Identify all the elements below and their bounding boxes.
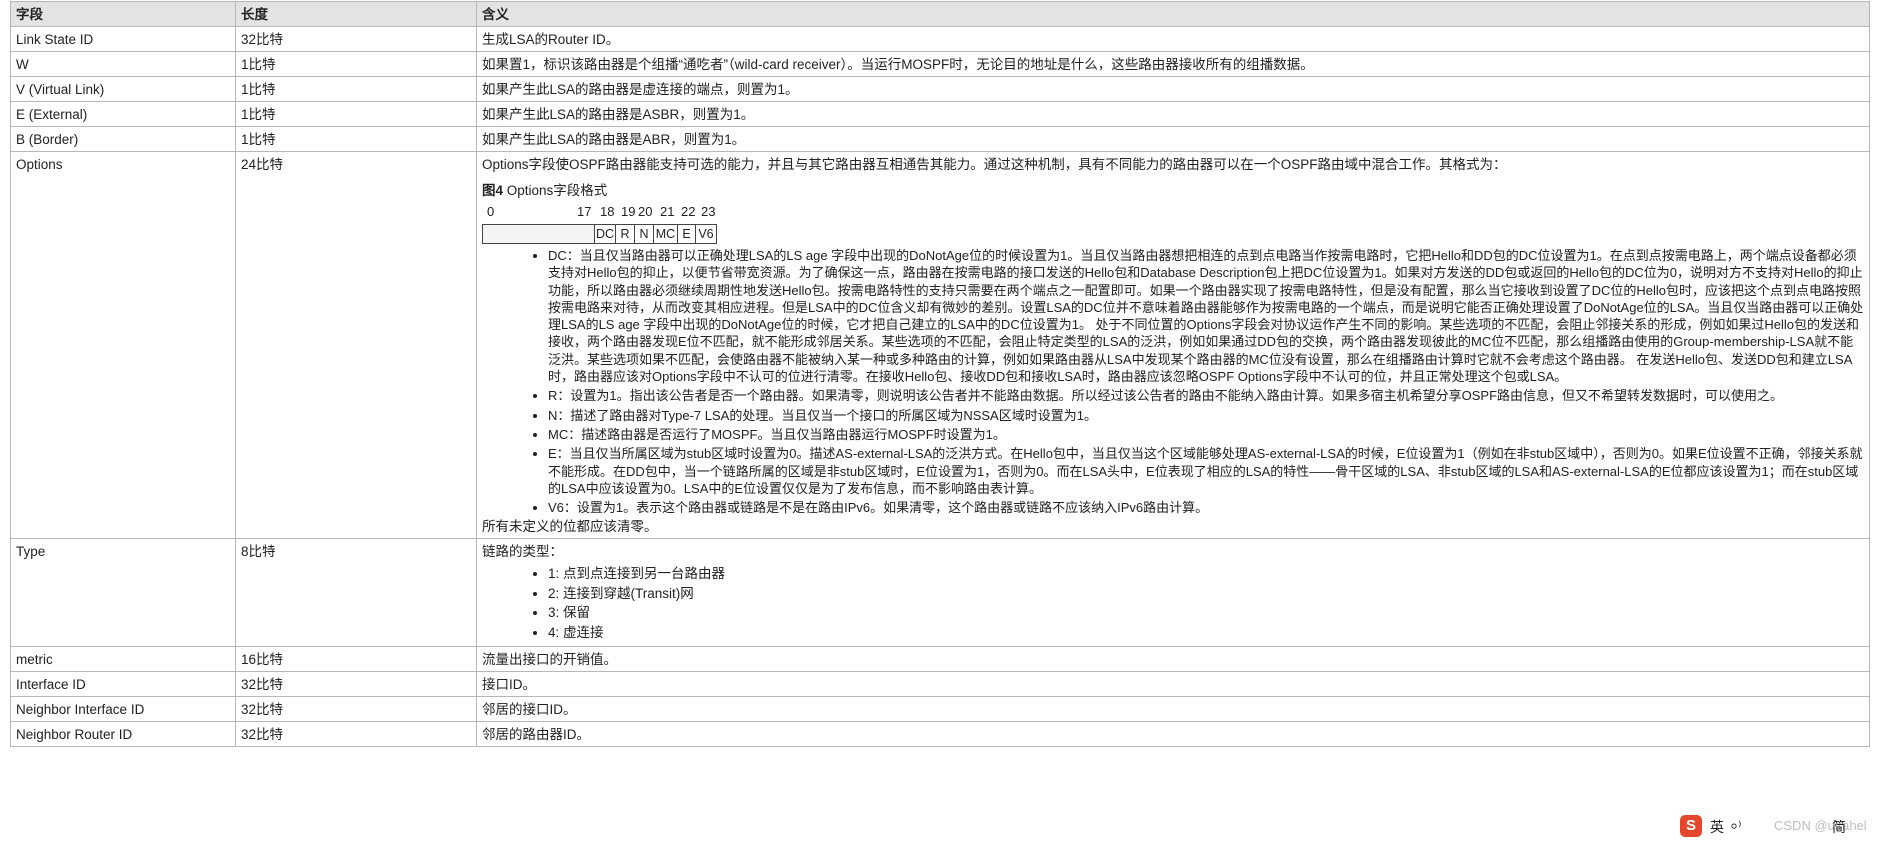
cell-meaning: 如果产生此LSA的路由器是虚连接的端点，则置为1。 bbox=[476, 76, 1870, 102]
cell-length: 1比特 bbox=[235, 76, 477, 102]
cell-meaning: 邻居的路由器ID。 bbox=[476, 721, 1870, 748]
cell-field: E (External) bbox=[10, 101, 236, 127]
sogou-logo-icon[interactable]: S bbox=[1680, 815, 1702, 837]
cell-meaning: 流量出接口的开销值。 bbox=[476, 646, 1870, 673]
header-field: 字段 bbox=[10, 1, 236, 27]
bit-v6: V6 bbox=[695, 224, 717, 244]
table-row: Link State ID 32比特 生成LSA的Router ID。 bbox=[10, 26, 1870, 52]
header-length: 长度 bbox=[235, 1, 477, 27]
bit-number: 21 bbox=[660, 204, 675, 219]
table-row: W 1比特 如果置1，标识该路由器是个组播“通吃者”（wild-card rec… bbox=[10, 51, 1870, 77]
cell-length: 1比特 bbox=[235, 126, 477, 152]
link-type-list: 1: 点到点连接到另一台路由器 2: 连接到穿越(Transit)网 3: 保留… bbox=[482, 565, 1865, 641]
bit-number: 19 bbox=[621, 204, 636, 219]
table-row: V (Virtual Link) 1比特 如果产生此LSA的路由器是虚连接的端点… bbox=[10, 76, 1870, 102]
list-item: 1: 点到点连接到另一台路由器 bbox=[548, 565, 1865, 582]
cell-field: W bbox=[10, 51, 236, 77]
punctuation-icon[interactable]: ⸰⁾ bbox=[1730, 817, 1741, 836]
bit-e: E bbox=[677, 224, 696, 244]
options-intro: Options字段使OSPF路由器能支持可选的能力，并且与其它路由器互相通告其能… bbox=[482, 157, 1507, 172]
table-row-type: Type 8比特 链路的类型： 1: 点到点连接到另一台路由器 2: 连接到穿越… bbox=[10, 538, 1870, 648]
table-row: B (Border) 1比特 如果产生此LSA的路由器是ABR，则置为1。 bbox=[10, 126, 1870, 152]
bit-r: R bbox=[615, 224, 635, 244]
figure-caption: 图4 Options字段格式 bbox=[482, 182, 1865, 199]
cell-field: V (Virtual Link) bbox=[10, 76, 236, 102]
cell-field: Options bbox=[10, 150, 236, 540]
table-row: metric 16比特 流量出接口的开销值。 bbox=[10, 646, 1870, 673]
cell-meaning: 如果置1，标识该路由器是个组播“通吃者”（wild-card receiver）… bbox=[476, 51, 1870, 77]
bit-n: N bbox=[634, 224, 654, 244]
cell-meaning: 如果产生此LSA的路由器是ABR，则置为1。 bbox=[476, 126, 1870, 152]
cell-meaning: Options字段使OSPF路由器能支持可选的能力，并且与其它路由器互相通告其能… bbox=[476, 150, 1870, 540]
table-row: Neighbor Router ID 32比特 邻居的路由器ID。 bbox=[10, 721, 1870, 748]
cell-field: B (Border) bbox=[10, 126, 236, 152]
translate-toolbar: S 英 ⸰⁾ CSDN @uirahel 简 bbox=[1680, 814, 1875, 838]
table-header-row: 字段 长度 含义 bbox=[10, 1, 1870, 27]
bit-number: 17 bbox=[577, 204, 592, 219]
table-row: Neighbor Interface ID 32比特 邻居的接口ID。 bbox=[10, 696, 1870, 723]
list-item: N：描述了路由器对Type-7 LSA的处理。当且仅当一个接口的所属区域为NSS… bbox=[548, 407, 1865, 424]
cell-meaning: 邻居的接口ID。 bbox=[476, 696, 1870, 723]
table-row: Interface ID 32比特 接口ID。 bbox=[10, 671, 1870, 698]
cell-length: 32比特 bbox=[235, 26, 477, 52]
options-bit-descriptions: DC：当且仅当路由器可以正确处理LSA的LS age 字段中出现的DoNotAg… bbox=[482, 247, 1865, 516]
figure-label: 图4 bbox=[482, 183, 504, 198]
options-bit-diagram: 0 17 18 19 20 21 22 23 DC R N MC E V6 bbox=[482, 203, 782, 244]
bit-number: 0 bbox=[487, 204, 495, 219]
list-item: 4: 虚连接 bbox=[548, 624, 1865, 641]
cell-length: 24比特 bbox=[235, 150, 477, 540]
cell-field: metric bbox=[10, 646, 236, 673]
bit-number: 23 bbox=[701, 204, 716, 219]
list-item: V6：设置为1。表示这个路由器或链路是不是在路由IPv6。如果清零，这个路由器或… bbox=[548, 499, 1865, 516]
cell-length: 1比特 bbox=[235, 101, 477, 127]
type-intro: 链路的类型： bbox=[482, 544, 563, 560]
cell-length: 8比特 bbox=[235, 538, 477, 648]
reserved-bits-box bbox=[482, 224, 595, 244]
bit-mc: MC bbox=[653, 224, 678, 244]
simplified-chinese-button[interactable]: 简 bbox=[1832, 817, 1846, 837]
list-item: E：当且仅当所属区域为stub区域时设置为0。描述AS-external-LSA… bbox=[548, 445, 1865, 497]
cell-length: 16比特 bbox=[235, 646, 477, 673]
options-closing: 所有未定义的位都应该清零。 bbox=[482, 519, 658, 535]
list-item: DC：当且仅当路由器可以正确处理LSA的LS age 字段中出现的DoNotAg… bbox=[548, 247, 1865, 385]
cell-meaning: 生成LSA的Router ID。 bbox=[476, 26, 1870, 52]
cell-field: Link State ID bbox=[10, 26, 236, 52]
cell-length: 32比特 bbox=[235, 721, 477, 748]
english-toggle-button[interactable]: 英 bbox=[1710, 817, 1724, 837]
list-item: R：设置为1。指出该公告者是否一个路由器。如果清零，则说明该公告者并不能路由数据… bbox=[548, 387, 1865, 404]
table-row-options: Options 24比特 Options字段使OSPF路由器能支持可选的能力，并… bbox=[10, 150, 1870, 540]
list-item: 3: 保留 bbox=[548, 604, 1865, 621]
cell-length: 32比特 bbox=[235, 671, 477, 698]
bit-number: 20 bbox=[638, 204, 653, 219]
cell-meaning: 如果产生此LSA的路由器是ASBR，则置为1。 bbox=[476, 101, 1870, 127]
cell-field: Neighbor Interface ID bbox=[10, 696, 236, 723]
header-meaning: 含义 bbox=[476, 1, 1870, 27]
table-row: E (External) 1比特 如果产生此LSA的路由器是ASBR，则置为1。 bbox=[10, 101, 1870, 127]
cell-field: Neighbor Router ID bbox=[10, 721, 236, 748]
cell-length: 32比特 bbox=[235, 696, 477, 723]
csdn-watermark: CSDN @uirahel bbox=[1774, 818, 1867, 833]
cell-length: 1比特 bbox=[235, 51, 477, 77]
list-item: 2: 连接到穿越(Transit)网 bbox=[548, 585, 1865, 602]
lsa-field-table: 字段 长度 含义 Link State ID 32比特 生成LSA的Router… bbox=[10, 1, 1870, 748]
list-item: MC：描述路由器是否运行了MOSPF。当且仅当路由器运行MOSPF时设置为1。 bbox=[548, 426, 1865, 443]
figure-title: Options字段格式 bbox=[506, 183, 608, 198]
bit-number: 22 bbox=[681, 204, 696, 219]
cell-field: Type bbox=[10, 538, 236, 648]
cell-field: Interface ID bbox=[10, 671, 236, 698]
bit-dc: DC bbox=[594, 224, 616, 244]
cell-meaning: 接口ID。 bbox=[476, 671, 1870, 698]
bit-number: 18 bbox=[600, 204, 615, 219]
cell-meaning: 链路的类型： 1: 点到点连接到另一台路由器 2: 连接到穿越(Transit)… bbox=[476, 538, 1870, 648]
